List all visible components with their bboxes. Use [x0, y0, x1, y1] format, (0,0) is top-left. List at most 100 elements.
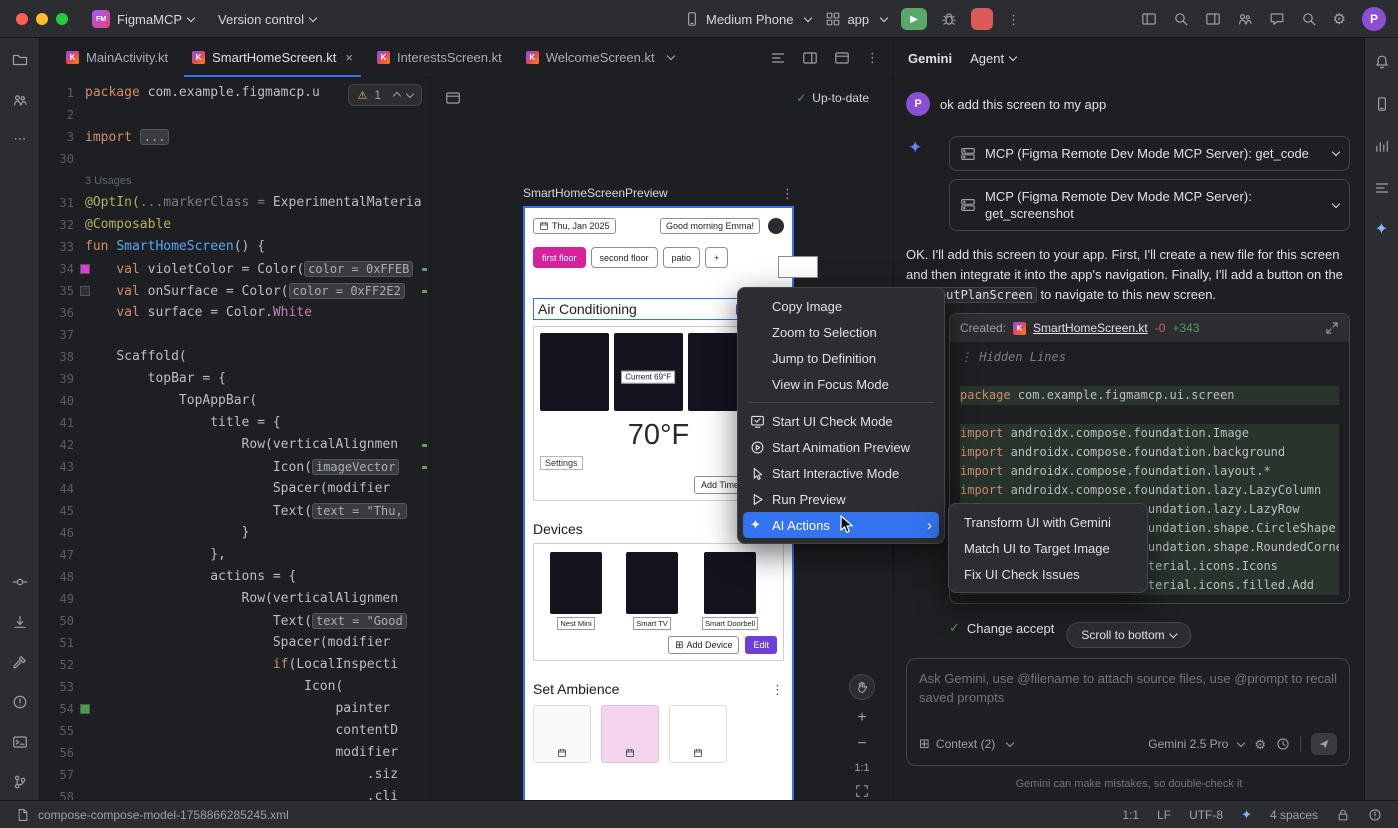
tool-call-card[interactable]: MCP (Figma Remote Dev Mode MCP Server): …	[949, 136, 1350, 171]
version-control-menu[interactable]: Version control	[218, 12, 316, 27]
usages-hint[interactable]: 3 Usages	[85, 175, 131, 187]
tab-welcomescreen-kt[interactable]: KWelcomeScreen.kt	[514, 38, 686, 77]
editor-layout-icon[interactable]	[1205, 11, 1221, 27]
ai-chat-icon[interactable]	[1269, 11, 1285, 27]
status-notifications-icon[interactable]	[1368, 808, 1382, 822]
split-editor-icon[interactable]	[802, 50, 818, 66]
preview-menu-icon[interactable]: ⋮	[781, 187, 794, 200]
tab-gemini[interactable]: Gemini	[908, 51, 952, 66]
tab-interestsscreen-kt[interactable]: KInterestsScreen.kt	[365, 38, 514, 77]
close-window-button[interactable]	[16, 13, 28, 25]
zoom-level-button[interactable]: 1:1	[854, 762, 869, 774]
line-ending[interactable]: LF	[1157, 808, 1171, 822]
app-insights-icon[interactable]	[1374, 138, 1390, 154]
previous-problem-icon[interactable]	[393, 92, 401, 100]
zoom-in-button[interactable]: +	[857, 710, 866, 726]
problems-tool-icon[interactable]	[12, 694, 28, 710]
editor-options-icon[interactable]: ⋮	[866, 51, 879, 64]
tab-list-icon[interactable]	[770, 50, 786, 66]
status-file-name[interactable]: compose-compose-model-1758866285245.xml	[38, 808, 289, 822]
model-selector[interactable]: Gemini 2.5 Pro	[1148, 737, 1244, 751]
find-icon[interactable]	[1173, 11, 1189, 27]
open-diff-icon[interactable]	[1325, 321, 1339, 335]
maximize-window-button[interactable]	[56, 13, 68, 25]
code-line: 57 .siz	[40, 764, 430, 786]
hidden-lines-marker[interactable]: ⋮ Hidden Lines	[960, 347, 1339, 367]
commit-tool-icon[interactable]	[12, 574, 28, 590]
ac-section-title: Air Conditioning	[538, 301, 637, 317]
update-tool-icon[interactable]	[12, 614, 28, 630]
stop-button[interactable]	[971, 8, 993, 30]
submenu-item-transform-ui-with-gemini[interactable]: Transform UI with Gemini	[954, 509, 1142, 535]
menu-item-start-ui-check-mode[interactable]: Start UI Check Mode	[743, 408, 939, 434]
tab-dropdown-icon[interactable]	[666, 52, 674, 60]
gemini-tool-icon[interactable]: ✦	[1375, 222, 1388, 238]
preview-view-options-icon[interactable]	[445, 90, 461, 106]
created-file-link[interactable]: SmartHomeScreen.kt	[1033, 321, 1148, 335]
menu-item-start-animation-preview[interactable]: Start Animation Preview	[743, 434, 939, 460]
zoom-to-fit-button[interactable]	[855, 784, 869, 798]
settings-icon[interactable]: ⚙	[1333, 12, 1346, 27]
ambience-card	[601, 705, 659, 763]
caret-position[interactable]: 1:1	[1122, 808, 1139, 822]
file-encoding[interactable]: UTF-8	[1189, 808, 1223, 822]
terminal-tool-icon[interactable]	[12, 734, 28, 750]
tab-mainactivity-kt[interactable]: KMainActivity.kt	[54, 38, 180, 77]
run-configuration-selector[interactable]: app	[825, 11, 887, 27]
project-tool-icon[interactable]	[12, 52, 28, 68]
next-problem-icon[interactable]	[406, 89, 414, 97]
profile-avatar[interactable]: P	[1362, 7, 1386, 31]
menu-item-run-preview[interactable]: Run Preview	[743, 486, 939, 512]
menu-item-zoom-to-selection[interactable]: Zoom to Selection	[743, 319, 939, 345]
gemini-prompt-input[interactable]: Ask Gemini, use @filename to attach sour…	[919, 669, 1337, 707]
editor-tab-bar: KMainActivity.ktKSmartHomeScreen.kt×KInt…	[40, 38, 893, 78]
titlebar: FM FigmaMCP Version control Medium Phone…	[0, 0, 1398, 38]
notifications-icon[interactable]	[1374, 54, 1390, 70]
submenu-item-fix-ui-check-issues[interactable]: Fix UI Check Issues	[954, 561, 1142, 587]
zoom-out-button[interactable]: −	[857, 736, 866, 752]
tab-smarthomescreen-kt[interactable]: KSmartHomeScreen.kt×	[180, 38, 365, 77]
prompt-history-icon[interactable]	[1276, 737, 1290, 751]
pan-button[interactable]	[849, 674, 875, 700]
inspection-widget[interactable]: ⚠ 1	[348, 84, 422, 106]
project-menu[interactable]: FM FigmaMCP	[92, 10, 194, 28]
device-selector[interactable]: Medium Phone	[684, 11, 811, 27]
indent-setting[interactable]: 4 spaces	[1270, 808, 1318, 822]
expand-chevron-icon[interactable]	[1332, 199, 1340, 207]
color-swatch[interactable]	[80, 286, 90, 296]
run-button[interactable]: ▶	[901, 8, 927, 30]
ai-status-icon[interactable]: ✦	[1241, 808, 1252, 821]
readonly-lock-icon[interactable]	[1336, 808, 1350, 822]
running-devices-icon[interactable]	[1374, 96, 1390, 112]
gemini-settings-icon[interactable]: ⚙	[1254, 738, 1266, 751]
minimize-window-button[interactable]	[36, 13, 48, 25]
more-tools-icon[interactable]: ⋯	[14, 132, 27, 145]
context-button[interactable]: ⊞ Context (2)	[919, 736, 1013, 752]
code-editor[interactable]: 1package com.example.figmamcp.u23import …	[40, 78, 430, 800]
build-tool-icon[interactable]	[12, 654, 28, 670]
submenu-item-match-ui-to-target-image[interactable]: Match UI to Target Image	[954, 535, 1142, 561]
color-swatch[interactable]	[80, 704, 90, 714]
git-branch-tool-icon[interactable]	[12, 774, 28, 790]
menu-item-jump-to-definition[interactable]: Jump to Definition	[743, 345, 939, 371]
collaboration-tool-icon[interactable]	[12, 92, 28, 108]
menu-item-ai-actions[interactable]: ✦AI Actions›	[743, 512, 939, 538]
tool-windows-icon[interactable]	[1141, 11, 1157, 27]
search-everywhere-icon[interactable]	[1301, 11, 1317, 27]
detach-editor-icon[interactable]	[834, 50, 850, 66]
menu-item-view-in-focus-mode[interactable]: View in Focus Mode	[743, 371, 939, 397]
structure-icon[interactable]	[1374, 180, 1390, 196]
more-run-options-button[interactable]: ⋮	[1007, 13, 1020, 26]
send-button[interactable]	[1311, 733, 1337, 755]
code-with-me-icon[interactable]	[1237, 11, 1253, 27]
menu-item-start-interactive-mode[interactable]: Start Interactive Mode	[743, 460, 939, 486]
expand-chevron-icon[interactable]	[1332, 148, 1340, 156]
debug-button[interactable]	[941, 11, 957, 27]
tool-call-card[interactable]: MCP (Figma Remote Dev Mode MCP Server): …	[949, 179, 1350, 231]
selection-handle[interactable]	[778, 256, 818, 278]
scroll-to-bottom-button[interactable]: Scroll to bottom	[1066, 622, 1191, 648]
tab-agent[interactable]: Agent	[970, 51, 1016, 66]
close-tab-icon[interactable]: ×	[345, 50, 353, 65]
color-swatch[interactable]	[80, 264, 90, 274]
menu-item-copy-image[interactable]: Copy Image	[743, 293, 939, 319]
